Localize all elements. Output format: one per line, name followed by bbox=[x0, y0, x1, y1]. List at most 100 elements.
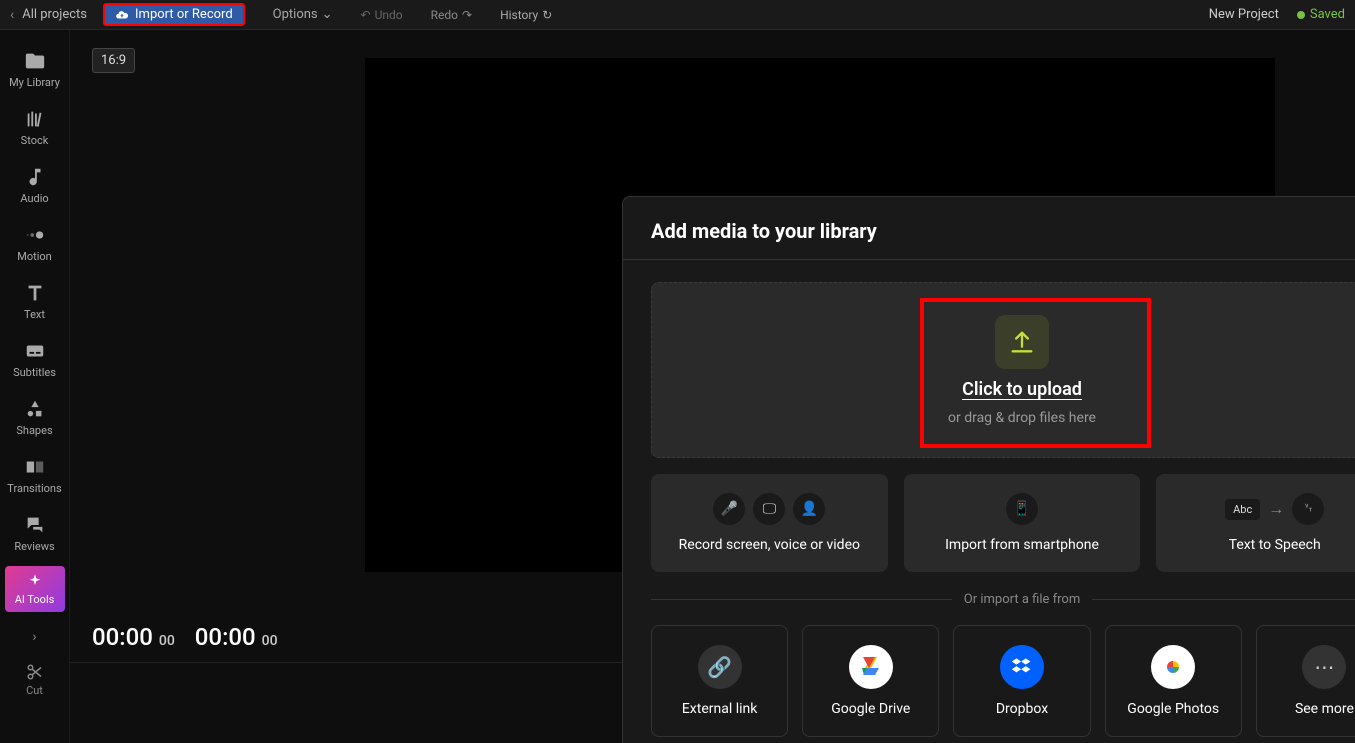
record-icons: 🎤 🖵 👤 bbox=[713, 493, 825, 525]
sidebar-cut-label: Cut bbox=[26, 684, 43, 697]
options-label: Options bbox=[273, 7, 318, 22]
sidebar-item-label: Motion bbox=[17, 250, 52, 263]
divider bbox=[623, 259, 1355, 260]
motion-icon bbox=[24, 224, 46, 246]
person-icon: 👤 bbox=[793, 493, 825, 525]
waveform-icon: ␋ bbox=[1292, 493, 1324, 525]
source-label: Google Drive bbox=[831, 701, 910, 717]
sidebar-item-label: Subtitles bbox=[13, 366, 56, 379]
sidebar-item-text[interactable]: Text bbox=[5, 272, 65, 330]
source-google-photos[interactable]: Google Photos bbox=[1105, 625, 1242, 737]
sidebar-item-subtitles[interactable]: Subtitles bbox=[5, 330, 65, 388]
history-button[interactable]: History ↻ bbox=[500, 8, 552, 22]
upload-icon-wrap bbox=[995, 315, 1049, 369]
topbar-right: New Project Saved bbox=[1209, 7, 1345, 22]
new-project-label[interactable]: New Project bbox=[1209, 7, 1279, 22]
source-label: Google Photos bbox=[1127, 701, 1219, 717]
saved-label: Saved bbox=[1310, 7, 1345, 22]
source-external-link[interactable]: 🔗 External link bbox=[651, 625, 788, 737]
mic-icon: 🎤 bbox=[713, 493, 745, 525]
saved-status: Saved bbox=[1297, 7, 1345, 22]
chat-icon bbox=[24, 514, 46, 536]
options-dropdown[interactable]: Options ⌄ bbox=[273, 7, 333, 22]
google-photos-icon bbox=[1151, 645, 1195, 689]
more-icon: ⋯ bbox=[1302, 645, 1346, 689]
option-label: Text to Speech bbox=[1229, 537, 1321, 553]
history-icon: ↻ bbox=[542, 8, 552, 22]
source-label: External link bbox=[682, 701, 758, 717]
upload-sub-text: or drag & drop files here bbox=[948, 410, 1096, 426]
sidebar-item-audio[interactable]: Audio bbox=[5, 156, 65, 214]
time-current-frames: 00 bbox=[159, 633, 175, 649]
undo-icon: ↶ bbox=[361, 8, 371, 22]
phone-icon: 📱 bbox=[1006, 493, 1038, 525]
source-label: Dropbox bbox=[996, 701, 1048, 717]
upload-inner: Click to upload or drag & drop files her… bbox=[948, 315, 1096, 426]
sidebar-item-ai-tools[interactable]: AI Tools bbox=[5, 566, 65, 612]
sidebar-item-label: Reviews bbox=[14, 540, 54, 553]
sidebar-item-label: My Library bbox=[9, 76, 60, 89]
sidebar-item-shapes[interactable]: Shapes bbox=[5, 388, 65, 446]
dropbox-icon bbox=[1000, 645, 1044, 689]
sidebar-item-label: Shapes bbox=[16, 424, 52, 437]
shapes-icon bbox=[24, 398, 46, 420]
all-projects-link[interactable]: All projects bbox=[22, 7, 87, 22]
source-google-drive[interactable]: Google Drive bbox=[802, 625, 939, 737]
sidebar-item-reviews[interactable]: Reviews bbox=[5, 504, 65, 562]
smartphone-icons: 📱 bbox=[1006, 493, 1038, 525]
sidebar-item-transitions[interactable]: Transitions bbox=[5, 446, 65, 504]
sidebar-item-label: Stock bbox=[21, 134, 49, 147]
sidebar-cut-button[interactable]: Cut bbox=[26, 660, 44, 700]
modal-title: Add media to your library bbox=[651, 219, 1355, 243]
add-media-modal: Add media to your library ✕ Click to upl… bbox=[622, 196, 1355, 743]
option-label: Record screen, voice or video bbox=[679, 537, 860, 553]
link-icon: 🔗 bbox=[698, 645, 742, 689]
option-row: 🎤 🖵 👤 Record screen, voice or video 📱 Im… bbox=[651, 474, 1355, 572]
chevron-left-icon[interactable]: ‹ bbox=[10, 7, 14, 23]
source-see-more[interactable]: ⋯ See more bbox=[1256, 625, 1355, 737]
books-icon bbox=[24, 108, 46, 130]
scissors-icon bbox=[26, 663, 44, 681]
sidebar-item-motion[interactable]: Motion bbox=[5, 214, 65, 272]
subtitles-icon bbox=[24, 340, 46, 362]
main: My Library Stock Audio Motion Text Subti… bbox=[0, 30, 1355, 743]
abc-icon: Abc bbox=[1225, 499, 1260, 520]
screen-icon: 🖵 bbox=[753, 493, 785, 525]
upload-main-text: Click to upload bbox=[962, 379, 1082, 400]
google-drive-icon bbox=[849, 645, 893, 689]
sidebar-item-library[interactable]: My Library bbox=[5, 40, 65, 98]
time-display: 00:00 00 00:00 00 bbox=[92, 623, 278, 651]
time-current: 00:00 bbox=[92, 623, 153, 651]
sidebar-item-label: AI Tools bbox=[15, 593, 55, 606]
smartphone-option[interactable]: 📱 Import from smartphone bbox=[904, 474, 1141, 572]
folder-icon bbox=[24, 50, 46, 72]
saved-dot-icon bbox=[1297, 11, 1305, 19]
sidebar-item-label: Transitions bbox=[7, 482, 61, 495]
sidebar-item-stock[interactable]: Stock bbox=[5, 98, 65, 156]
sidebar-collapse-button[interactable]: › bbox=[0, 622, 69, 652]
upload-icon bbox=[1008, 328, 1036, 356]
redo-button[interactable]: Redo ↷ bbox=[431, 8, 472, 22]
tts-option[interactable]: Abc → ␋ Text to Speech bbox=[1156, 474, 1355, 572]
upload-dropzone[interactable]: Click to upload or drag & drop files her… bbox=[651, 282, 1355, 458]
cloud-upload-icon bbox=[115, 8, 129, 22]
topbar: ‹ All projects Import or Record Options … bbox=[0, 0, 1355, 30]
aspect-ratio-badge[interactable]: 16:9 bbox=[92, 48, 135, 73]
undo-button[interactable]: ↶ Undo bbox=[361, 8, 403, 22]
time-total: 00:00 bbox=[195, 623, 256, 651]
chevron-right-icon: › bbox=[32, 629, 36, 645]
source-dropbox[interactable]: Dropbox bbox=[953, 625, 1090, 737]
sidebar: My Library Stock Audio Motion Text Subti… bbox=[0, 30, 70, 743]
redo-icon: ↷ bbox=[462, 8, 472, 22]
transitions-icon bbox=[24, 456, 46, 478]
arrow-right-icon: → bbox=[1268, 499, 1284, 519]
import-record-button[interactable]: Import or Record bbox=[103, 3, 245, 26]
tts-icons: Abc → ␋ bbox=[1225, 493, 1324, 525]
sidebar-item-label: Text bbox=[24, 308, 45, 321]
text-icon bbox=[24, 282, 46, 304]
music-icon bbox=[24, 166, 46, 188]
sidebar-item-label: Audio bbox=[20, 192, 48, 205]
record-option[interactable]: 🎤 🖵 👤 Record screen, voice or video bbox=[651, 474, 888, 572]
redo-label: Redo bbox=[431, 8, 458, 22]
source-row: 🔗 External link Google Drive Dropbox bbox=[651, 625, 1355, 737]
